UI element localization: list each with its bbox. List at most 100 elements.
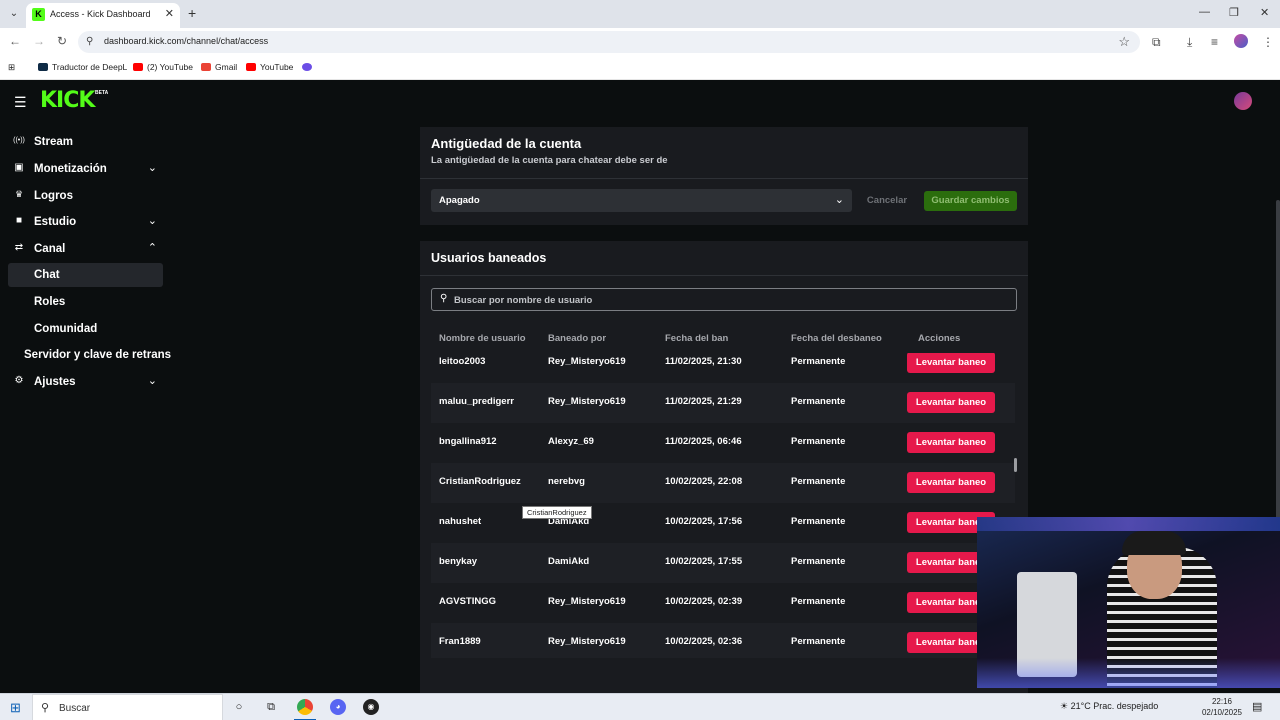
sidebar-item-chat[interactable]: Chat bbox=[8, 263, 163, 287]
cell-ban-date: 10/02/2025, 02:39 bbox=[665, 596, 743, 607]
obs-icon[interactable]: ◉ bbox=[363, 699, 379, 715]
minimize-icon[interactable]: — bbox=[1199, 6, 1210, 18]
browser-profile-avatar[interactable] bbox=[1234, 34, 1248, 48]
downloads-icon[interactable]: ⤓ bbox=[1187, 35, 1192, 50]
cell-ban-date: 11/02/2025, 21:30 bbox=[665, 356, 742, 367]
table-scrollbar[interactable] bbox=[1014, 458, 1017, 472]
webcam-overlay bbox=[977, 517, 1280, 688]
tab-title: Access - Kick Dashboard bbox=[50, 9, 151, 19]
task-view-icon[interactable]: ⧉ bbox=[263, 699, 279, 715]
account-age-select[interactable]: Apagado ⌄ bbox=[431, 189, 852, 212]
cell-ban-date: 10/02/2025, 17:55 bbox=[665, 556, 743, 567]
sidebar-item-label: Estudio bbox=[34, 216, 77, 228]
browser-toolbar: ← → ↻ ⚲ dashboard.kick.com/channel/chat/… bbox=[0, 28, 1280, 56]
close-tab-icon[interactable]: ✕ bbox=[165, 7, 174, 20]
sidebar-item-comunidad[interactable]: Comunidad bbox=[8, 317, 163, 341]
sidebar-item-ajustes[interactable]: ⚙ Ajustes ⌄ bbox=[8, 370, 163, 394]
bookmark-youtube[interactable]: YouTube bbox=[246, 62, 293, 72]
cell-banned-by: Alexyz_69 bbox=[548, 436, 594, 447]
sidebar-item-canal[interactable]: ⇄ Canal ⌃ bbox=[8, 237, 163, 261]
tab-list-icon[interactable]: ⌄ bbox=[6, 6, 22, 22]
notifications-icon[interactable]: ▤ bbox=[1252, 700, 1262, 713]
sidebar-item-servidor[interactable]: Servidor y clave de retrans bbox=[8, 343, 171, 367]
browser-tab[interactable]: K Access - Kick Dashboard ✕ bbox=[26, 3, 180, 28]
chrome-icon[interactable] bbox=[297, 699, 313, 715]
sidebar-item-monetizacion[interactable]: ▣ Monetización ⌄ bbox=[8, 157, 163, 181]
unban-button[interactable]: Levantar baneo bbox=[907, 392, 995, 413]
column-header-unban-date[interactable]: Fecha del desbaneo bbox=[791, 333, 882, 344]
bookmark-extra[interactable] bbox=[302, 62, 316, 72]
clock[interactable]: 22:16 02/10/2025 bbox=[1200, 696, 1244, 718]
sidebar-item-label: Chat bbox=[34, 269, 60, 281]
reading-list-icon[interactable]: ≡ bbox=[1211, 35, 1218, 49]
user-avatar[interactable] bbox=[1234, 92, 1252, 110]
discord-icon[interactable]: ◕ bbox=[330, 699, 346, 715]
windows-taskbar: ⊞ ⚲ Buscar ○ ⧉ ◕ ◉ ☀ 21°C Prac. despejad… bbox=[0, 693, 1280, 720]
new-tab-icon[interactable]: + bbox=[188, 5, 196, 21]
unban-button[interactable]: Levantar baneo bbox=[907, 472, 995, 493]
unban-button[interactable]: Levantar baneo bbox=[907, 432, 995, 453]
column-header-username[interactable]: Nombre de usuario bbox=[439, 333, 526, 344]
taskbar-search[interactable]: ⚲ Buscar bbox=[32, 694, 223, 720]
cell-username: maluu_predigerr bbox=[439, 396, 514, 407]
table-row: nahushet DamiAkd 10/02/2025, 17:56 Perma… bbox=[431, 503, 1015, 543]
app-icon bbox=[302, 63, 312, 71]
unban-button[interactable]: Levantar baneo bbox=[907, 353, 995, 373]
date-text: 02/10/2025 bbox=[1201, 708, 1243, 717]
search-input[interactable]: ⚲ Buscar por nombre de usuario bbox=[431, 288, 1017, 311]
time-text: 22:16 bbox=[1211, 697, 1233, 706]
chevron-down-icon: ⌄ bbox=[147, 375, 157, 387]
bookmark-star-icon[interactable]: ☆ bbox=[1118, 34, 1130, 50]
close-window-icon[interactable]: ✕ bbox=[1260, 6, 1269, 19]
sidebar-item-roles[interactable]: Roles bbox=[8, 290, 163, 314]
sidebar-item-label: Logros bbox=[34, 190, 73, 202]
cell-username: leitoo2003 bbox=[439, 356, 486, 367]
channel-icon: ⇄ bbox=[14, 242, 24, 253]
cortana-icon[interactable]: ○ bbox=[231, 699, 247, 715]
forward-icon[interactable]: → bbox=[33, 34, 45, 48]
restore-icon[interactable]: ❐ bbox=[1229, 6, 1239, 19]
url-text: dashboard.kick.com/channel/chat/access bbox=[104, 36, 269, 46]
cell-ban-date: 10/02/2025, 17:56 bbox=[665, 516, 743, 527]
led-glow bbox=[977, 658, 1280, 688]
sidebar-item-stream[interactable]: ((•)) Stream bbox=[8, 130, 163, 154]
cell-banned-by: Rey_Misteryo619 bbox=[548, 396, 626, 407]
column-header-ban-date[interactable]: Fecha del ban bbox=[665, 333, 728, 344]
youtube-icon bbox=[246, 63, 256, 71]
save-changes-button[interactable]: Guardar cambios bbox=[924, 191, 1017, 211]
sidebar-item-logros[interactable]: ♛ Logros bbox=[8, 184, 163, 208]
cell-unban-date: Permanente bbox=[791, 436, 846, 447]
menu-dots-icon[interactable]: ⋮ bbox=[1262, 35, 1274, 49]
search-icon: ⚲ bbox=[440, 293, 448, 304]
reload-icon[interactable]: ↻ bbox=[57, 34, 67, 48]
apps-grid-icon[interactable]: ⊞ bbox=[8, 62, 15, 73]
column-header-banned-by[interactable]: Baneado por bbox=[548, 333, 606, 344]
cancel-button[interactable]: Cancelar bbox=[863, 191, 911, 211]
cell-banned-by: Rey_Misteryo619 bbox=[548, 636, 626, 647]
kick-logo[interactable]: KICK bbox=[40, 88, 95, 113]
cell-username: nahushet bbox=[439, 516, 482, 527]
sidebar-item-estudio[interactable]: ■ Estudio ⌄ bbox=[8, 210, 163, 234]
led-light bbox=[977, 517, 1280, 531]
account-age-title: Antigüedad de la cuenta bbox=[431, 136, 582, 151]
search-icon: ⚲ bbox=[41, 702, 50, 714]
site-info-icon[interactable]: ⚲ bbox=[86, 36, 93, 47]
windows-start-icon[interactable]: ⊞ bbox=[10, 700, 21, 716]
divider bbox=[420, 178, 1028, 179]
bookmarks-bar: ⊞ Traductor de DeepL (2) YouTube Gmail Y… bbox=[0, 56, 1280, 80]
sidebar-item-label: Comunidad bbox=[34, 323, 98, 335]
menu-hamburger-icon[interactable]: ☰ bbox=[14, 94, 27, 111]
back-icon[interactable]: ← bbox=[9, 34, 21, 48]
bookmark-youtube-2[interactable]: (2) YouTube bbox=[133, 62, 193, 72]
chevron-down-icon: ⌄ bbox=[147, 162, 157, 174]
banned-users-title: Usuarios baneados bbox=[431, 251, 547, 265]
address-bar[interactable]: ⚲ dashboard.kick.com/channel/chat/access… bbox=[78, 31, 1140, 53]
cell-ban-date: 11/02/2025, 21:29 bbox=[665, 396, 742, 407]
taskbar-search-label: Buscar bbox=[59, 703, 91, 714]
bookmark-deepl[interactable]: Traductor de DeepL bbox=[38, 62, 127, 72]
extensions-icon[interactable]: ⧉ bbox=[1152, 35, 1161, 50]
bookmark-gmail[interactable]: Gmail bbox=[201, 62, 237, 72]
broadcast-icon: ((•)) bbox=[13, 137, 25, 144]
weather-widget[interactable]: ☀ 21°C Prac. despejado bbox=[1060, 701, 1158, 712]
cell-banned-by: DamiAkd bbox=[548, 556, 590, 567]
